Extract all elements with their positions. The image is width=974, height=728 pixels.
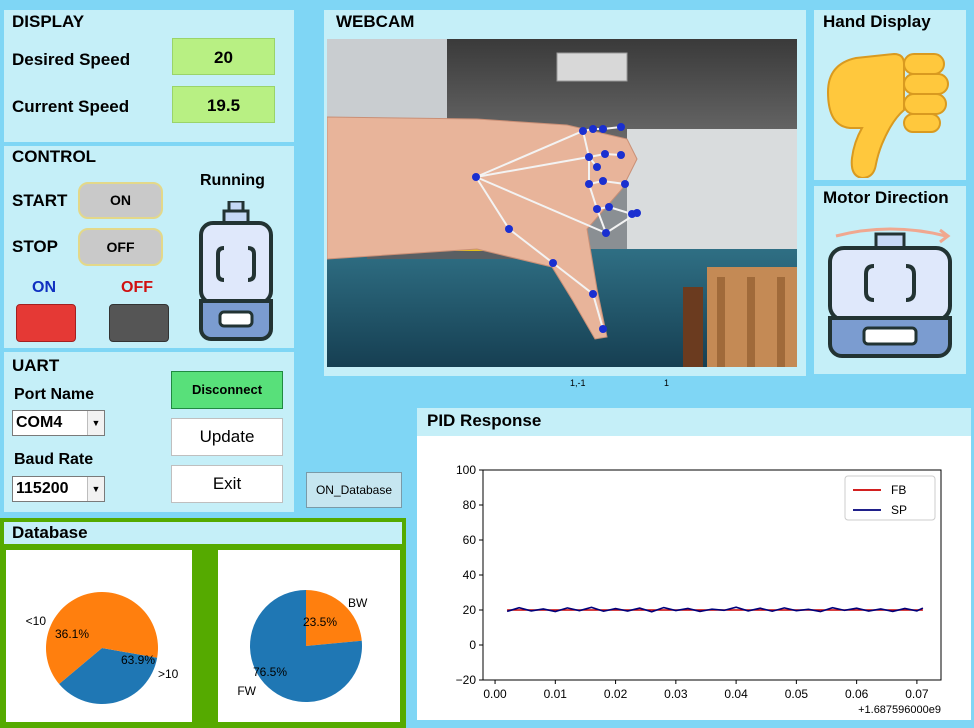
x-tick-label: 0.00 [483, 687, 507, 701]
control-title: CONTROL [12, 147, 97, 166]
pie1-pct-0: 36.1% [55, 627, 89, 641]
pie1-pct-1: 63.9% [121, 653, 155, 667]
motor-icon [199, 201, 273, 341]
on-database-button[interactable]: ON_Database [306, 472, 402, 508]
baud-rate-value: 115200 [16, 480, 69, 497]
x-tick-label: 0.04 [724, 687, 748, 701]
off-indicator-led [109, 304, 169, 342]
baud-rate-select[interactable]: 115200 ▼ [12, 476, 105, 502]
chevron-down-icon[interactable]: ▼ [87, 411, 104, 435]
update-button[interactable]: Update [171, 418, 283, 456]
pie2-label-1: FW [237, 684, 256, 698]
uart-panel: UART Port Name COM4 ▼ Baud Rate 115200 ▼… [4, 352, 294, 512]
current-speed-value: 19.5 [172, 86, 275, 123]
pie2-pct-0: 23.5% [303, 615, 337, 629]
pie-chart-speed: <10 36.1% >1063.9% [6, 550, 192, 722]
display-panel: DISPLAY Desired Speed 20 Current Speed 1… [4, 10, 294, 142]
port-name-value: COM4 [16, 414, 63, 431]
desired-speed-value: 20 [172, 38, 275, 75]
webcam-status-right: 1 [664, 378, 670, 388]
port-name-label: Port Name [14, 386, 95, 403]
pid-response-title: PID Response [427, 411, 542, 430]
motor-direction-motor-icon [828, 227, 952, 358]
motor-status-label: Running [200, 172, 265, 189]
motor-direction-panel: Motor Direction [814, 186, 966, 374]
exit-button[interactable]: Exit [171, 465, 283, 503]
desired-speed-label: Desired Speed [12, 50, 131, 69]
uart-title: UART [12, 356, 60, 375]
off-indicator-label: OFF [121, 279, 153, 296]
on-indicator-label: ON [32, 279, 56, 296]
hand-display-title: Hand Display [823, 12, 931, 31]
x-offset-label: +1.687596000e9 [858, 704, 941, 716]
webcam-title: WEBCAM [336, 12, 415, 31]
pid-response-panel: PID Response 100 80 60 40 20 0 −20 0.00 0.01 0.02… [417, 408, 971, 720]
y-tick-label: 80 [463, 498, 477, 512]
start-on-button[interactable]: ON [78, 182, 163, 219]
webcam-status-left: 1,-1 [570, 378, 586, 388]
motor-direction-title: Motor Direction [823, 188, 949, 207]
webcam-status-bar: 1,-1 1 [324, 376, 806, 390]
webcam-panel: WEBCAM [324, 10, 806, 376]
pie2-pct-1: 76.5% [253, 665, 287, 679]
baud-rate-label: Baud Rate [14, 451, 94, 468]
hand-display-panel: Hand Display [814, 10, 966, 180]
y-tick-label: 20 [463, 603, 477, 617]
x-tick-label: 0.02 [604, 687, 628, 701]
pie2-label-0: BW [348, 596, 368, 610]
pie1-label-0: <10 [26, 614, 47, 628]
x-tick-label: 0.05 [785, 687, 809, 701]
pid-title-bar: PID Response [417, 408, 971, 436]
legend [844, 475, 936, 521]
current-speed-label: Current Speed [12, 97, 130, 116]
pid-response-chart: 100 80 60 40 20 0 −20 0.00 0.01 0.02 0.03 0.04 0.05 0… [456, 463, 942, 716]
port-name-select[interactable]: COM4 ▼ [12, 410, 105, 436]
y-tick-label: −20 [456, 673, 477, 687]
database-title-bar: Database [4, 522, 402, 544]
database-panel: Database <10 36.1% >10 63.9% BW 23.5% FW 76.5% [0, 518, 406, 728]
pie-chart-direction: BW 23.5% FW 76.5% [218, 550, 400, 722]
x-tick-label: 0.06 [845, 687, 869, 701]
x-tick-label: 0.01 [544, 687, 568, 701]
database-title: Database [12, 523, 88, 542]
x-tick-label: 0.07 [905, 687, 929, 701]
x-tick-label: 0.03 [664, 687, 688, 701]
stop-label: STOP [12, 237, 58, 256]
pie1-label-1: >10 [158, 667, 179, 681]
y-tick-label: 60 [463, 533, 477, 547]
disconnect-button[interactable]: Disconnect [171, 371, 283, 409]
y-tick-label: 40 [463, 568, 477, 582]
on-indicator-led [16, 304, 76, 342]
control-panel: CONTROL START ON STOP OFF ON OFF Running [4, 146, 294, 348]
y-tick-label: 100 [456, 463, 476, 477]
stop-off-button[interactable]: OFF [78, 228, 163, 266]
display-title: DISPLAY [12, 12, 85, 31]
start-label: START [12, 191, 68, 210]
legend-label-sp: SP [891, 503, 907, 517]
y-tick-label: 0 [469, 638, 476, 652]
webcam-feed [327, 39, 797, 367]
legend-label-fb: FB [891, 483, 906, 497]
chevron-down-icon[interactable]: ▼ [87, 477, 104, 501]
thumbs-down-icon [826, 52, 949, 178]
